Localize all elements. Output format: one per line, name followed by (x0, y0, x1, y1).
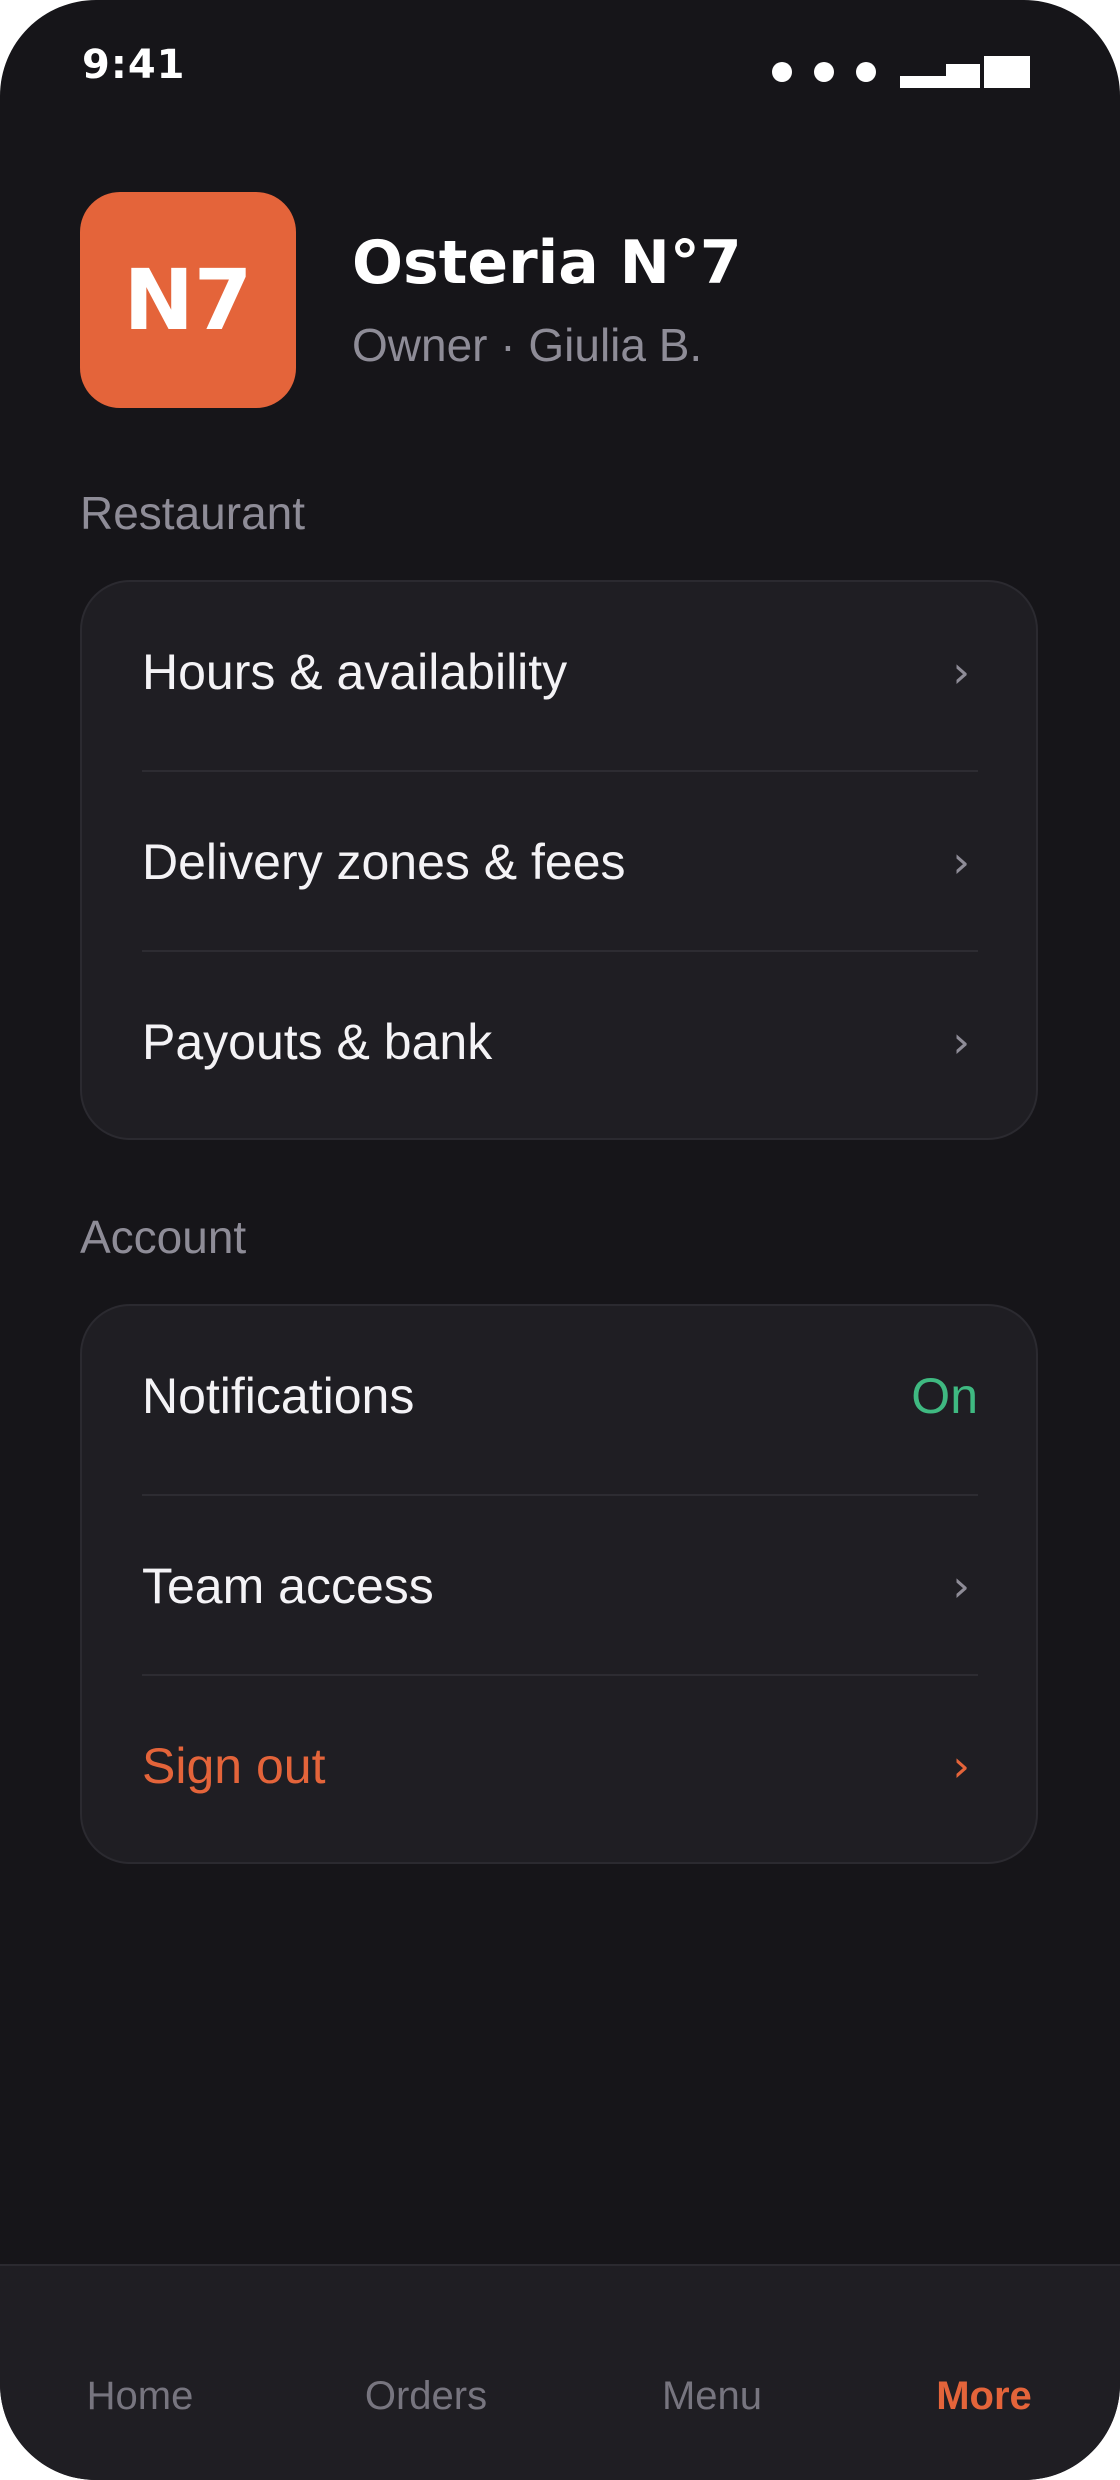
tab-home[interactable]: Home (87, 2374, 194, 2419)
phone-screen: 9:41 N7 Osteria N°7 Owner · Giulia B. Re… (0, 0, 1120, 2480)
tab-menu[interactable]: Menu (662, 2374, 762, 2419)
row-label: Notifications (142, 1368, 415, 1424)
row-label: Team access (142, 1558, 434, 1614)
status-time: 9:41 (82, 42, 186, 88)
section-title-account: Account (80, 1211, 247, 1263)
tab-orders[interactable]: Orders (365, 2374, 487, 2419)
restaurant-name: Osteria N°7 (352, 228, 742, 298)
chevron-right-icon: › (952, 1740, 970, 1792)
battery-signal-icon (900, 54, 1030, 94)
row-label: Payouts & bank (142, 1014, 493, 1070)
settings-row-hours[interactable]: Hours & availability › (142, 582, 978, 762)
settings-row-team-access[interactable]: Team access › (142, 1496, 978, 1676)
owner-subtitle: Owner · Giulia B. (352, 319, 703, 371)
row-label: Delivery zones & fees (142, 834, 626, 890)
section-title-restaurant: Restaurant (80, 487, 306, 539)
chevron-right-icon: › (952, 646, 970, 698)
notifications-status: On (911, 1368, 978, 1424)
restaurant-settings-card: Hours & availability › Delivery zones & … (80, 580, 1038, 1140)
tab-more[interactable]: More (936, 2374, 1032, 2419)
settings-row-payouts[interactable]: Payouts & bank › (142, 952, 978, 1132)
row-label: Sign out (142, 1738, 326, 1794)
chevron-right-icon: › (952, 1560, 970, 1612)
account-settings-card: Notifications On Team access › Sign out … (80, 1304, 1038, 1864)
chevron-right-icon: › (952, 1016, 970, 1068)
chevron-right-icon: › (952, 836, 970, 888)
cellular-dots-icon (772, 62, 876, 82)
restaurant-logo: N7 (80, 192, 296, 408)
sign-out-button[interactable]: Sign out › (142, 1676, 978, 1856)
settings-row-notifications[interactable]: Notifications On (142, 1306, 978, 1486)
row-label: Hours & availability (142, 644, 568, 700)
settings-row-delivery-zones[interactable]: Delivery zones & fees › (142, 772, 978, 952)
bottom-tab-bar: Home Orders Menu More (0, 2264, 1120, 2480)
